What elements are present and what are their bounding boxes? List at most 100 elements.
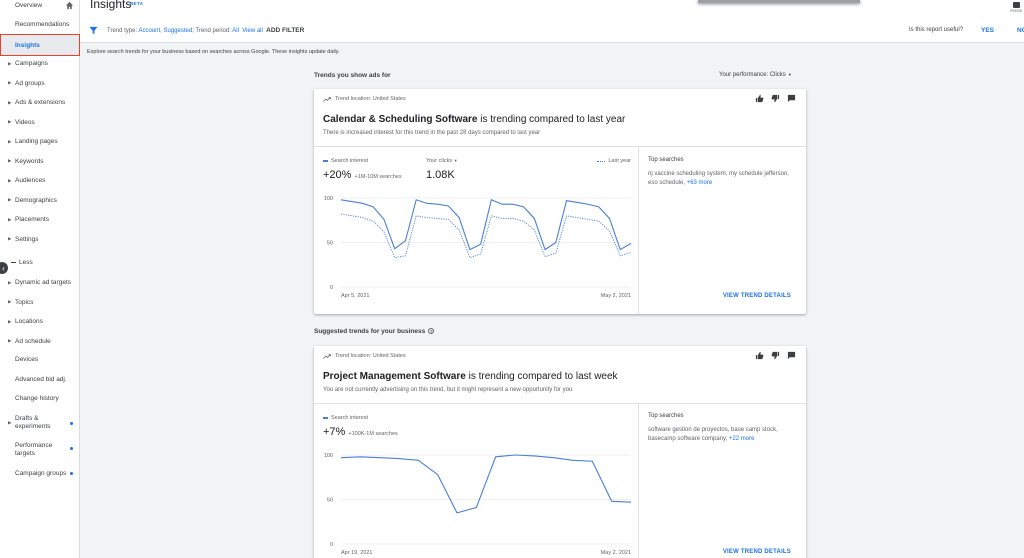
sidebar-item-label: Campaign groups — [15, 470, 67, 477]
status-dot-icon — [70, 422, 73, 425]
more-searches-link[interactable]: +63 more — [687, 180, 713, 186]
sidebar-item-label: Advanced bid adj. — [15, 376, 67, 383]
status-dot-icon — [70, 447, 73, 450]
performance-value: Clicks — [769, 72, 786, 78]
page-title: Insights — [90, 0, 132, 11]
sidebar-item-audiences[interactable]: ▶ Audiences — [0, 171, 80, 190]
sidebar-item-keywords[interactable]: ▶ Keywords — [0, 152, 80, 171]
no-button[interactable]: NO — [1017, 27, 1024, 34]
add-filter-button[interactable]: ADD FILTER — [266, 27, 304, 34]
sidebar: Overview Recommendations Insights ‹ Less… — [0, 0, 80, 558]
sidebar-item-label: Settings — [15, 235, 39, 243]
sidebar-item-insights[interactable]: Insights — [0, 34, 80, 56]
comment-icon[interactable] — [787, 351, 796, 360]
sidebar-item-placements[interactable]: ▶ Placements — [0, 210, 80, 229]
search-interest-metric: +20% +1M-10M searches — [323, 169, 402, 181]
feedback-icon — [1012, 2, 1020, 8]
sidebar-item-recommendations[interactable]: Recommendations — [0, 15, 80, 34]
sidebar-item-label: Ad schedule — [15, 337, 51, 345]
card-feedback-icons — [755, 94, 796, 103]
sidebar-item-label: Demographics — [15, 196, 57, 204]
top-searches-list: software gestion de proyectos, base camp… — [648, 427, 778, 442]
help-icon[interactable]: ? — [428, 328, 435, 335]
feedback-button[interactable]: FEEDB — [1010, 2, 1022, 13]
sidebar-less-toggle[interactable]: Less — [8, 259, 33, 266]
sidebar-item-label: Insights — [15, 41, 40, 49]
series-line-search-interest — [340, 199, 632, 251]
sidebar-item-campaigns[interactable]: ▶ Campaigns — [0, 54, 80, 73]
sidebar-item-label: Campaigns — [15, 60, 48, 67]
sidebar-item-devices[interactable]: Devices — [0, 350, 80, 369]
trend-location: Trend location: United States — [323, 96, 406, 102]
thumbs-down-icon[interactable] — [771, 94, 780, 103]
sidebar-item-locations[interactable]: ▶ Locations — [0, 312, 80, 331]
sidebar-item-topics[interactable]: ▶ Topics — [0, 293, 80, 312]
sidebar-item-label: Placements — [15, 216, 49, 223]
legend-last-year: Last year — [597, 158, 631, 164]
sidebar-item-label: Locations — [15, 318, 43, 326]
card-subtitle: There is increased interest for this tre… — [323, 130, 541, 136]
sidebar-item-ads-extensions[interactable]: ▶ Ads & extensions — [0, 93, 80, 112]
sidebar-item-landing-pages[interactable]: ▶ Landing pages — [0, 132, 80, 151]
search-interest-metric: +7% +100K-1M searches — [323, 426, 398, 438]
y-tick-label: 50 — [327, 241, 333, 247]
sidebar-item-drafts[interactable]: ▶ Drafts & experiments — [0, 413, 70, 433]
sidebar-item-demographics[interactable]: ▶ Demographics — [0, 191, 80, 210]
caret-right-icon: ▶ — [8, 299, 12, 305]
card-header: Trend location: United States Project Ma… — [314, 346, 806, 404]
trend-location: Trend location: United States — [323, 353, 406, 359]
sidebar-item-performance-targets[interactable]: Performance targets — [0, 440, 70, 460]
thumbs-down-icon[interactable] — [771, 351, 780, 360]
legend-dotted-swatch — [597, 160, 606, 162]
filter-bar: Trend type: Account, Suggested; Trend pe… — [80, 18, 1024, 43]
sidebar-item-overview[interactable]: Overview — [0, 0, 80, 15]
y-tick-label: 100 — [324, 196, 333, 202]
sidebar-item-change-history[interactable]: Change history — [0, 389, 80, 408]
minus-icon — [11, 262, 16, 263]
trend-location-label: Trend location: United States — [335, 96, 406, 102]
sidebar-item-ad-schedule[interactable]: ▶ Ad schedule — [0, 332, 80, 351]
trend-type-label: Trend type: — [107, 28, 138, 34]
beta-badge: BETA — [130, 1, 144, 6]
sidebar-item-advanced-bid[interactable]: Advanced bid adj. — [0, 370, 80, 389]
sidebar-item-label: Performance targets — [15, 442, 53, 457]
sidebar-item-label: Recommendations — [15, 21, 70, 28]
sidebar-item-videos[interactable]: ▶ Videos — [0, 113, 80, 132]
view-trend-details-button[interactable]: VIEW TREND DETAILS — [723, 293, 791, 299]
trend-type-value[interactable]: Account, Suggested; — [138, 28, 193, 34]
sidebar-item-campaign-groups[interactable]: Campaign groups — [0, 464, 80, 483]
x-tick-label-start: Apr 19, 2021 — [341, 550, 373, 556]
trending-up-icon — [323, 353, 331, 359]
performance-selector[interactable]: Your performance: Clicks ▼ — [719, 72, 792, 78]
trend-period-value[interactable]: All — [232, 28, 239, 34]
y-tick-label: 0 — [330, 542, 333, 548]
sidebar-item-settings[interactable]: ▶ Settings — [0, 230, 80, 249]
your-clicks-selector[interactable]: Your clicks ▼ — [426, 158, 458, 164]
caret-right-icon: ▶ — [8, 158, 12, 163]
caret-right-icon: ▶ — [8, 216, 12, 222]
comment-icon[interactable] — [787, 94, 796, 103]
view-trend-details-button[interactable]: VIEW TREND DETAILS — [723, 549, 791, 555]
home-icon — [65, 1, 74, 10]
sidebar-less-label: Less — [19, 259, 33, 266]
thumbs-up-icon[interactable] — [755, 351, 764, 360]
sidebar-item-label: Overview — [15, 2, 43, 9]
section-title-trends: Trends you show ads for — [314, 72, 391, 79]
thumbs-up-icon[interactable] — [755, 94, 764, 103]
card-title: Project Management Software is trending … — [323, 371, 618, 382]
caret-right-icon: ▶ — [8, 236, 12, 241]
view-all-link[interactable]: View all — [242, 28, 263, 34]
caret-right-icon: ▶ — [8, 99, 12, 105]
caret-right-icon: ▶ — [8, 177, 12, 183]
card-subtitle: You are not currently advertising on thi… — [323, 387, 573, 393]
more-searches-link[interactable]: +22 more — [729, 436, 755, 442]
card-divider — [638, 147, 639, 314]
top-searches-label: Top searches — [648, 157, 684, 163]
sidebar-item-dynamic-ad-targets[interactable]: ▶ Dynamic ad targets — [0, 273, 80, 292]
filter-icon[interactable] — [89, 26, 98, 35]
sidebar-item-label: Videos — [15, 118, 35, 126]
legend-solid-swatch — [323, 417, 328, 419]
sidebar-item-ad-groups[interactable]: ▶ Ad groups — [0, 74, 80, 93]
yes-button[interactable]: YES — [981, 27, 994, 34]
filter-summary: Trend type: Account, Suggested; Trend pe… — [107, 27, 304, 34]
